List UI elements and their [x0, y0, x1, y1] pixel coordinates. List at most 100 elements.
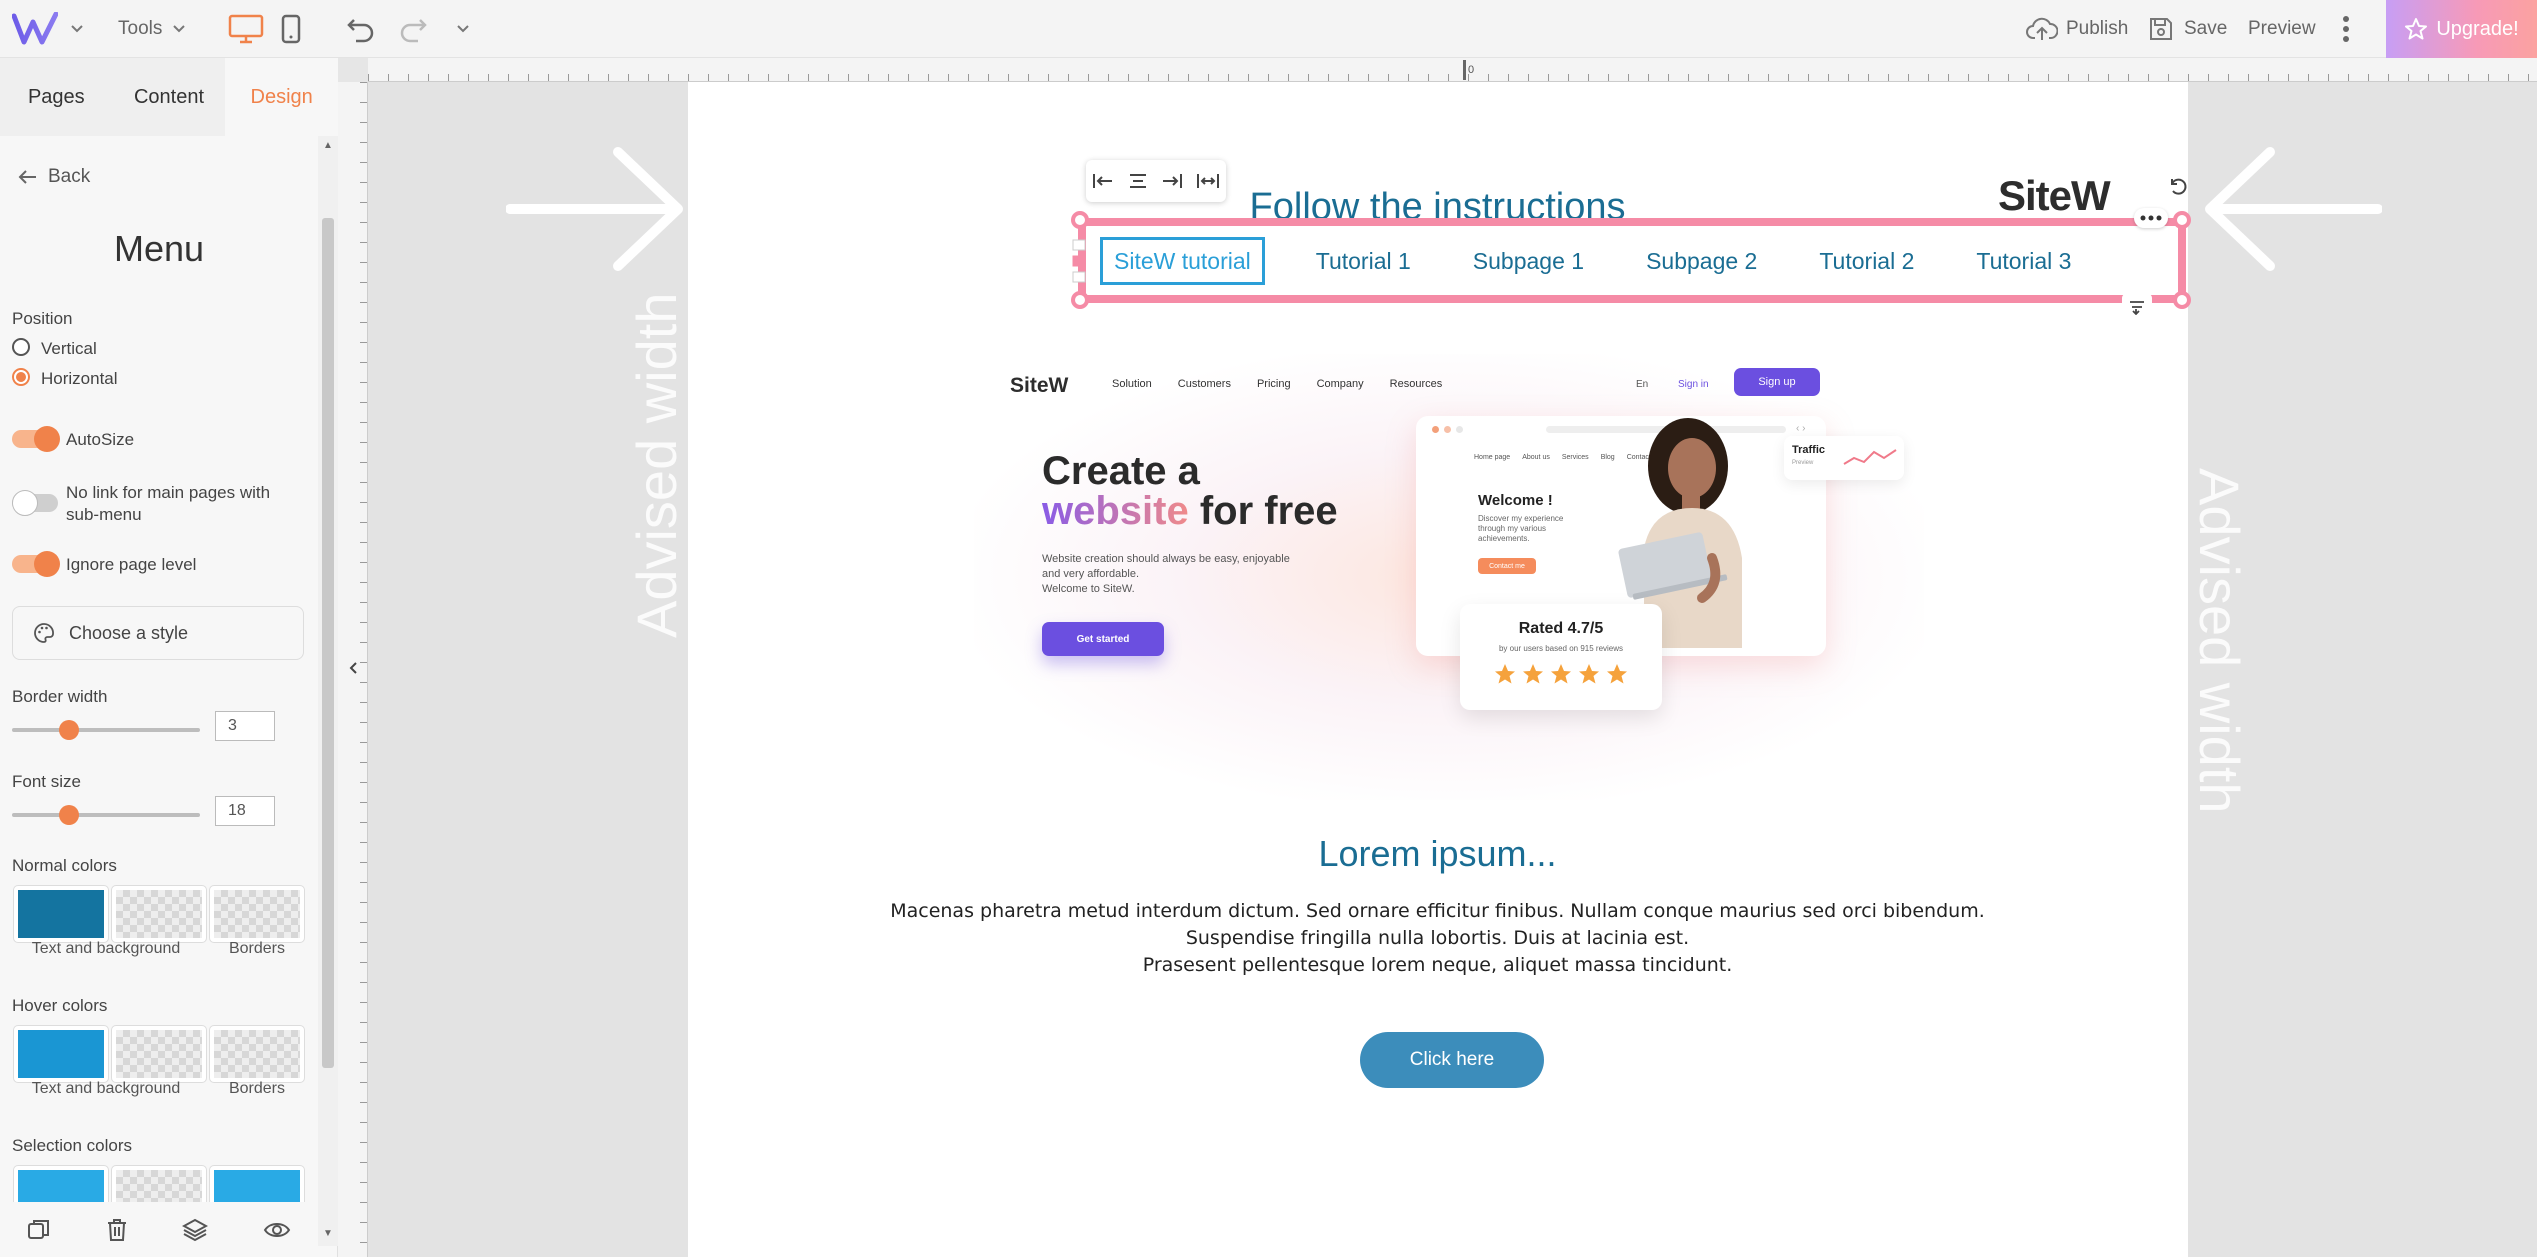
lorem-line: Suspendise fringilla nulla lobortis. Dui… [1185, 927, 1690, 949]
upgrade-button[interactable]: Upgrade! [2386, 0, 2537, 58]
side-drag-handle[interactable] [1072, 236, 1086, 286]
lorem-paragraph[interactable]: Macenas pharetra metud interdum dictum. … [338, 898, 2537, 979]
reset-button[interactable] [2164, 172, 2192, 200]
radio-vertical[interactable] [12, 338, 30, 356]
autosize-toggle[interactable] [12, 426, 60, 452]
mobile-view-button[interactable] [280, 0, 302, 58]
selection-text-color-swatch[interactable] [14, 1166, 108, 1202]
chevron-down-icon [173, 25, 186, 33]
rating-sub: by our users based on 915 reviews [1498, 644, 1624, 653]
chevron-down-icon [457, 25, 469, 33]
duplicate-button[interactable] [27, 1218, 51, 1247]
menu-item-subpage-2[interactable]: Subpage 2 [1635, 237, 1768, 285]
scroll-down-icon[interactable]: ▼ [323, 1228, 333, 1239]
panel-scrollbar[interactable]: ▲ ▼ [318, 136, 338, 1246]
save-button[interactable]: Save [2148, 0, 2227, 58]
visibility-button[interactable] [263, 1220, 291, 1245]
hero-get-started-button: Get started [1042, 622, 1164, 656]
selection-background-color-swatch[interactable] [112, 1166, 206, 1202]
choose-style-button[interactable]: Choose a style [12, 606, 304, 660]
tools-menu[interactable]: Tools [118, 0, 186, 58]
mock-contact-button: Contact me [1478, 558, 1536, 574]
tab-pages[interactable]: Pages [0, 58, 113, 136]
selection-border-color-swatch[interactable] [210, 1166, 304, 1202]
menu-align-toolbar [1086, 160, 1226, 202]
publish-button[interactable]: Publish [2026, 0, 2128, 58]
delete-button[interactable] [106, 1218, 128, 1247]
panel-bottom-actions [0, 1208, 318, 1257]
trash-icon [107, 1219, 126, 1241]
mock-text-line: Discover my experience [1478, 514, 1564, 523]
resize-handle-bottom-left[interactable] [1071, 291, 1089, 309]
redo-button[interactable] [398, 0, 428, 58]
normal-background-color-swatch[interactable] [112, 886, 206, 942]
element-more-button[interactable] [2134, 208, 2168, 228]
tab-content[interactable]: Content [112, 58, 226, 136]
resize-handle-top-right[interactable] [2173, 211, 2191, 229]
traffic-sparkline [1843, 449, 1897, 465]
normal-text-bg-label: Text and background [31, 940, 181, 957]
main-menu: SiteW tutorial Tutorial 1 Subpage 1 Subp… [1100, 236, 2082, 286]
chevron-left-icon [349, 662, 357, 674]
collapse-panel-button[interactable] [338, 648, 368, 688]
mock-text-line: achievements. [1478, 534, 1530, 543]
align-center-icon[interactable] [1127, 172, 1149, 190]
hero-signup-button: Sign up [1734, 368, 1820, 396]
publish-label: Publish [2066, 18, 2129, 39]
rating-title: Rated 4.7/5 [1518, 620, 1604, 637]
more-options-button[interactable] [2342, 0, 2350, 58]
desktop-view-button[interactable] [228, 0, 264, 58]
lorem-title[interactable]: Lorem ipsum... [338, 833, 2537, 875]
desktop-icon [228, 14, 264, 44]
drag-handle-icon [1072, 239, 1086, 283]
menu-item-sitew-tutorial[interactable]: SiteW tutorial [1100, 237, 1265, 285]
ignore-level-toggle[interactable] [12, 551, 60, 577]
stretch-width-icon[interactable] [1196, 172, 1220, 190]
design-panel: Pages Content Design Back Menu Position … [0, 58, 339, 1257]
menu-item-tutorial-2[interactable]: Tutorial 2 [1808, 237, 1925, 285]
back-link[interactable]: Back [18, 166, 90, 188]
border-width-input[interactable]: 3 [215, 711, 275, 741]
scroll-up-icon[interactable]: ▲ [323, 140, 333, 151]
normal-text-color-swatch[interactable] [14, 886, 108, 942]
hover-border-color-swatch[interactable] [210, 1026, 304, 1082]
font-size-slider[interactable] [59, 805, 79, 825]
layers-button[interactable] [182, 1218, 209, 1247]
border-width-slider[interactable] [59, 720, 79, 740]
hover-background-color-swatch[interactable] [112, 1026, 206, 1082]
sitew-logo-menu[interactable] [12, 0, 84, 58]
menu-item-tutorial-1[interactable]: Tutorial 1 [1305, 237, 1422, 285]
menu-item-subpage-1[interactable]: Subpage 1 [1462, 237, 1595, 285]
hero-subtext: Website creation should always be easy, … [1042, 552, 1290, 597]
hover-text-color-swatch[interactable] [14, 1026, 108, 1082]
click-here-button[interactable]: Click here [1360, 1032, 1544, 1088]
more-history-button[interactable] [456, 0, 470, 58]
traffic-sub: Preview [1792, 460, 1814, 466]
font-size-input[interactable]: 18 [215, 796, 275, 826]
arrow-left-icon [18, 170, 36, 184]
panel-scroll-thumb[interactable] [322, 218, 334, 1068]
normal-border-color-swatch[interactable] [210, 886, 304, 942]
sitew-logo[interactable]: SiteW [1998, 172, 2111, 220]
resize-handle-top-left[interactable] [1071, 211, 1089, 229]
menu-item-tutorial-3[interactable]: Tutorial 3 [1965, 237, 2082, 285]
horizontal-ruler: 0 [368, 58, 2537, 82]
hero-rating-card: Rated 4.7/5 by our users based on 915 re… [1460, 604, 1662, 710]
top-toolbar: Tools Publish Save Preview Upgrade! [0, 0, 2537, 58]
ruler-zero-label: 0 [1468, 64, 1475, 76]
menu-settings-button[interactable] [2122, 294, 2152, 320]
preview-button[interactable]: Preview [2248, 0, 2316, 58]
resize-handle-bottom-right[interactable] [2173, 291, 2191, 309]
tab-design[interactable]: Design [225, 58, 339, 136]
align-right-icon[interactable] [1161, 172, 1183, 190]
nolink-toggle[interactable] [12, 490, 58, 516]
mock-nav-item: Home page [1474, 454, 1511, 461]
align-left-icon[interactable] [1092, 172, 1114, 190]
rating-star-icon [1523, 664, 1543, 684]
kebab-menu-icon [2343, 16, 2349, 42]
redo-icon [400, 19, 427, 43]
panel-tabs: Pages Content Design [0, 58, 339, 136]
undo-button[interactable] [346, 0, 376, 58]
radio-horizontal[interactable] [12, 368, 30, 386]
preview-label: Preview [2248, 18, 2316, 39]
